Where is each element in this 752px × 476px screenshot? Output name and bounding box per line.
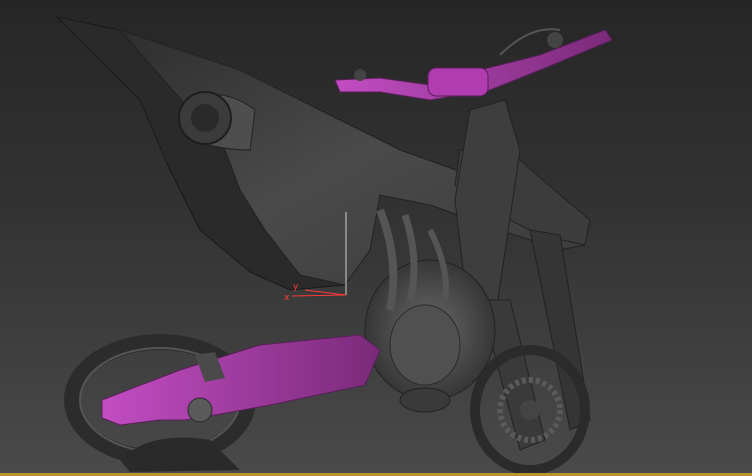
right-grip bbox=[547, 32, 563, 48]
transform-gizmo[interactable]: y x bbox=[280, 208, 360, 308]
gizmo-x-label: x bbox=[284, 293, 290, 303]
axle-hub bbox=[187, 397, 213, 423]
motorcycle-model-render[interactable] bbox=[0, 0, 752, 476]
gizmo-y-label: y bbox=[293, 282, 299, 292]
3d-viewport[interactable]: y x bbox=[0, 0, 752, 476]
bar-pad bbox=[427, 67, 489, 97]
handlebar[interactable] bbox=[334, 28, 613, 101]
left-grip bbox=[354, 69, 366, 81]
